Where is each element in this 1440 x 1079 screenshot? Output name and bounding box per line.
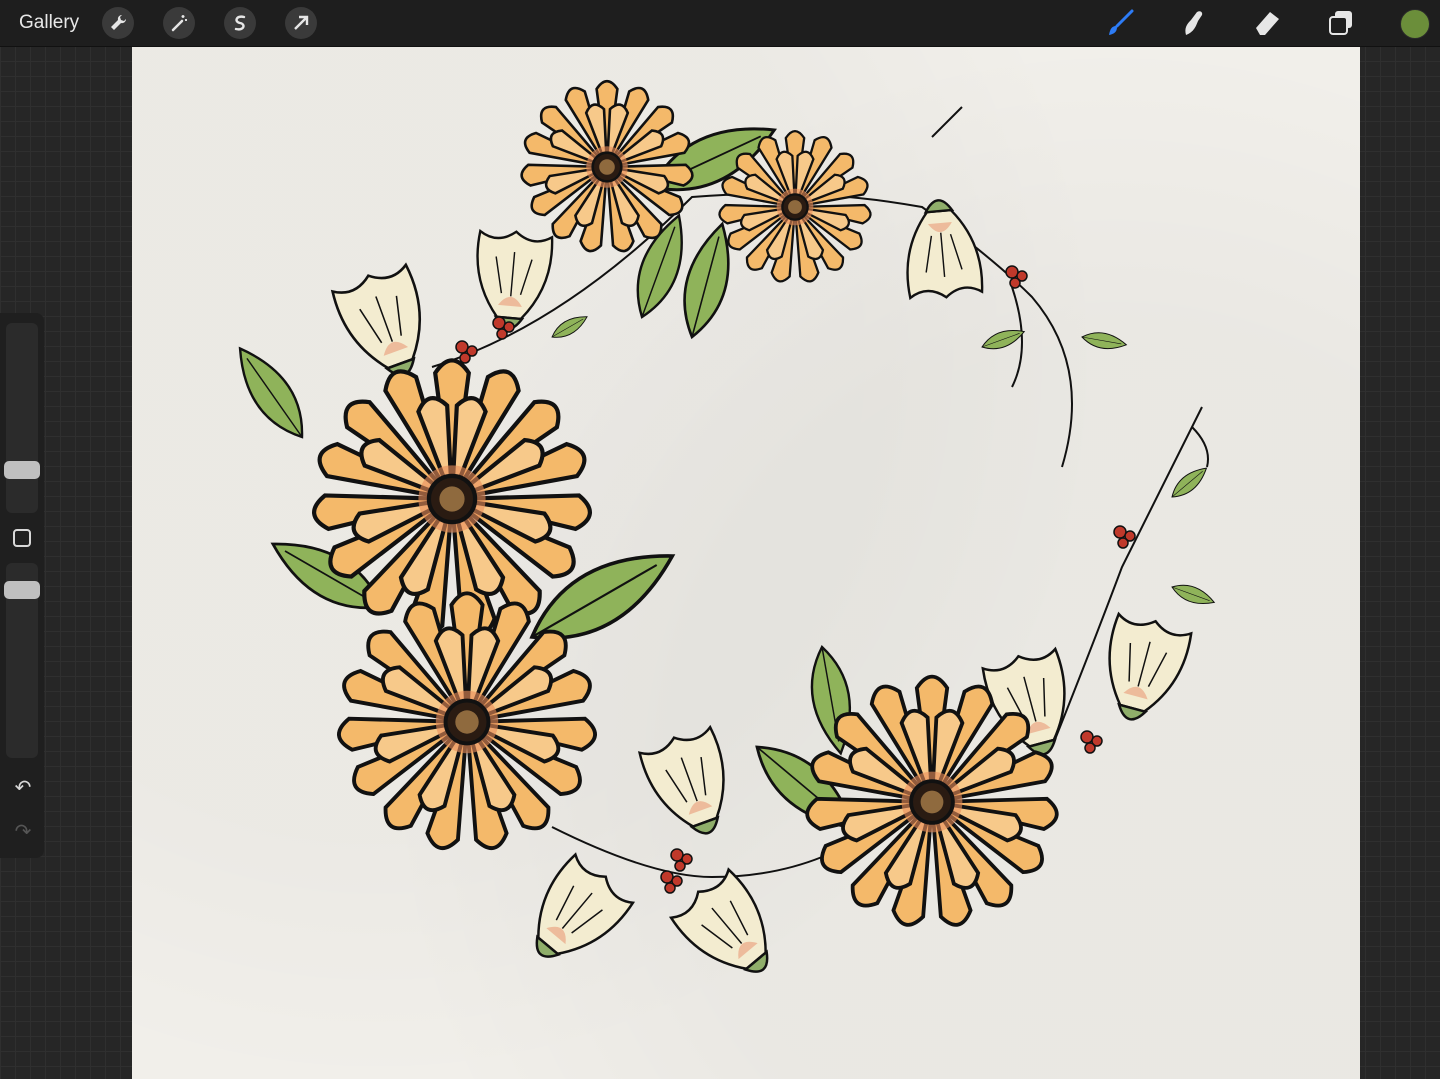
wrench-icon[interactable] [102, 7, 134, 39]
brush-size-slider[interactable] [6, 323, 38, 513]
left-sidebar: ↶ ↷ [0, 313, 44, 858]
opacity-thumb[interactable] [4, 581, 40, 599]
redo-icon[interactable]: ↷ [12, 819, 34, 844]
magic-wand-icon[interactable] [163, 7, 195, 39]
brush-size-thumb[interactable] [4, 461, 40, 479]
smudge-icon[interactable] [1177, 7, 1209, 39]
eraser-icon[interactable] [1251, 7, 1283, 39]
brush-icon[interactable] [1104, 7, 1136, 39]
top-toolbar: Gallery [0, 0, 1440, 47]
gallery-button[interactable]: Gallery [19, 12, 79, 34]
square-modify-icon[interactable] [13, 529, 31, 547]
floral-wreath-artwork [224, 79, 1218, 996]
layers-icon[interactable] [1325, 7, 1357, 39]
selection-icon[interactable] [224, 7, 256, 39]
color-picker-button[interactable] [1400, 9, 1430, 39]
undo-icon[interactable]: ↶ [12, 775, 34, 800]
transform-arrow-icon[interactable] [285, 7, 317, 39]
drawing-canvas[interactable] [132, 47, 1360, 1079]
